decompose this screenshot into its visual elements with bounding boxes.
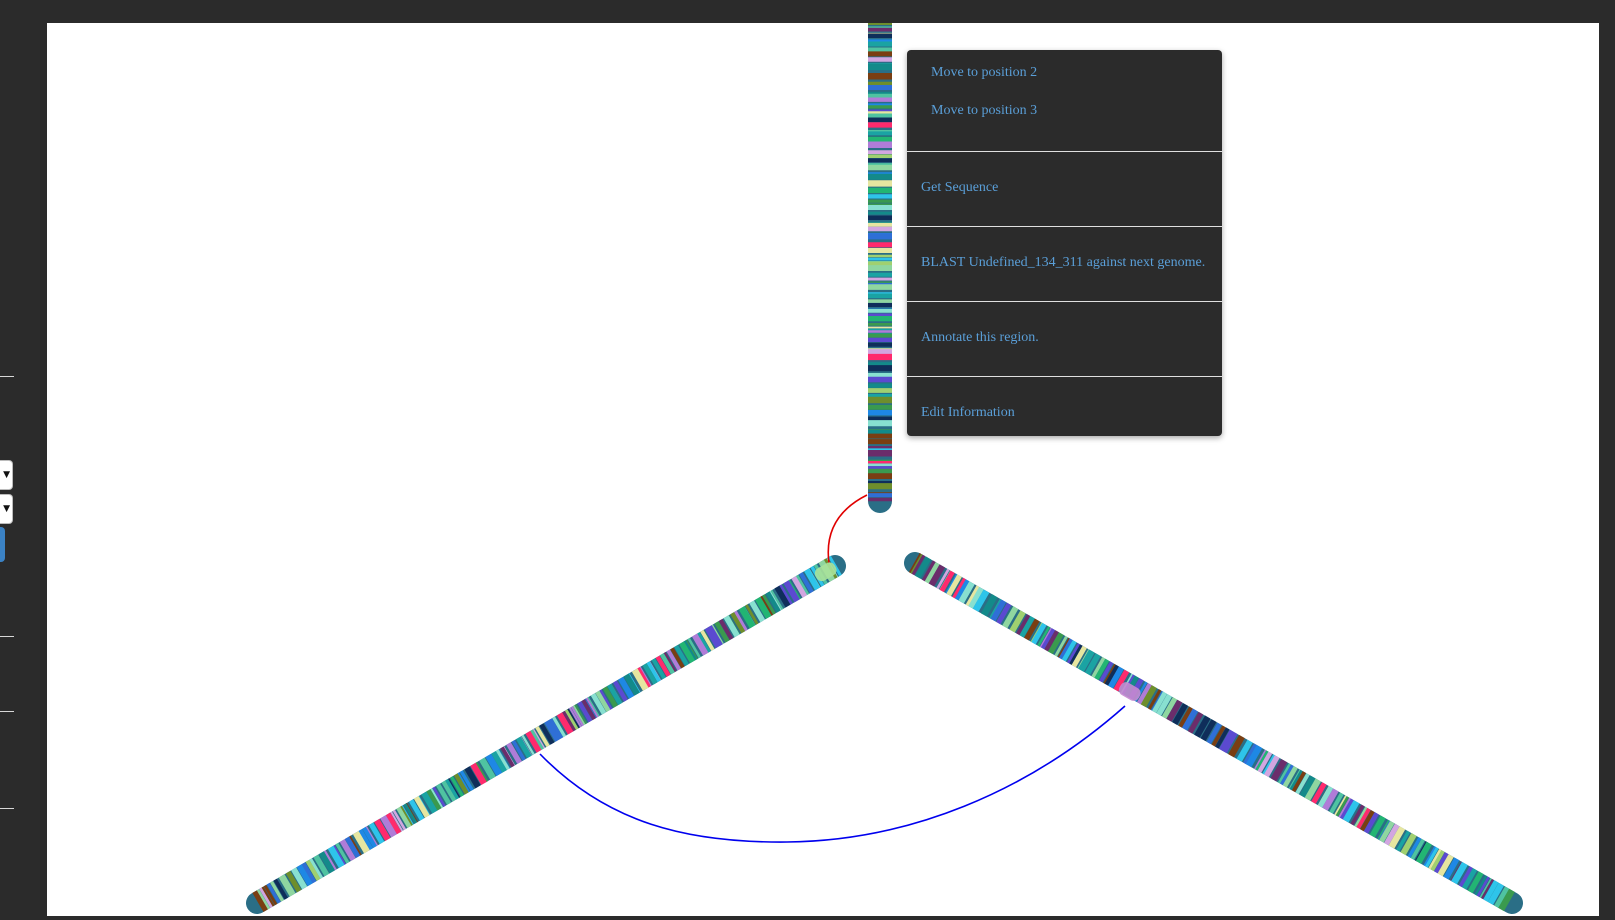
chromosome-left-diagonal[interactable] (246, 555, 846, 914)
divider (0, 636, 14, 637)
link-blue[interactable] (539, 705, 1126, 843)
move-to-position-3[interactable]: Move to position 3 (931, 103, 1037, 119)
divider (0, 711, 14, 712)
divider (0, 376, 14, 377)
top-bar (0, 0, 1615, 23)
edit-information-item[interactable]: Edit Information (921, 405, 1015, 421)
divider (0, 808, 14, 809)
dropdown-select[interactable]: ▼ (0, 494, 13, 524)
dropdown-select[interactable]: ▼ (0, 460, 13, 490)
genome-canvas[interactable] (47, 23, 1599, 916)
chromosome-right-diagonal[interactable] (904, 552, 1523, 914)
menu-divider (907, 226, 1222, 227)
right-strip (1599, 23, 1615, 920)
genome-visualization[interactable] (47, 23, 1599, 916)
action-button[interactable] (0, 527, 5, 562)
chromosome-vertical[interactable] (868, 23, 892, 513)
context-menu: Move to position 2 Move to position 3 Ge… (907, 50, 1222, 436)
left-panel: ▼ ▼ (0, 23, 47, 920)
menu-divider (907, 376, 1222, 377)
get-sequence-item[interactable]: Get Sequence (921, 180, 998, 196)
blast-item[interactable]: BLAST Undefined_134_311 against next gen… (921, 255, 1205, 271)
move-to-position-2[interactable]: Move to position 2 (931, 65, 1037, 81)
menu-divider (907, 301, 1222, 302)
chevron-down-icon: ▼ (3, 504, 10, 514)
link-red[interactable] (827, 494, 868, 564)
chevron-down-icon: ▼ (3, 470, 10, 480)
annotate-region-item[interactable]: Annotate this region. (921, 330, 1039, 346)
menu-divider (907, 151, 1222, 152)
